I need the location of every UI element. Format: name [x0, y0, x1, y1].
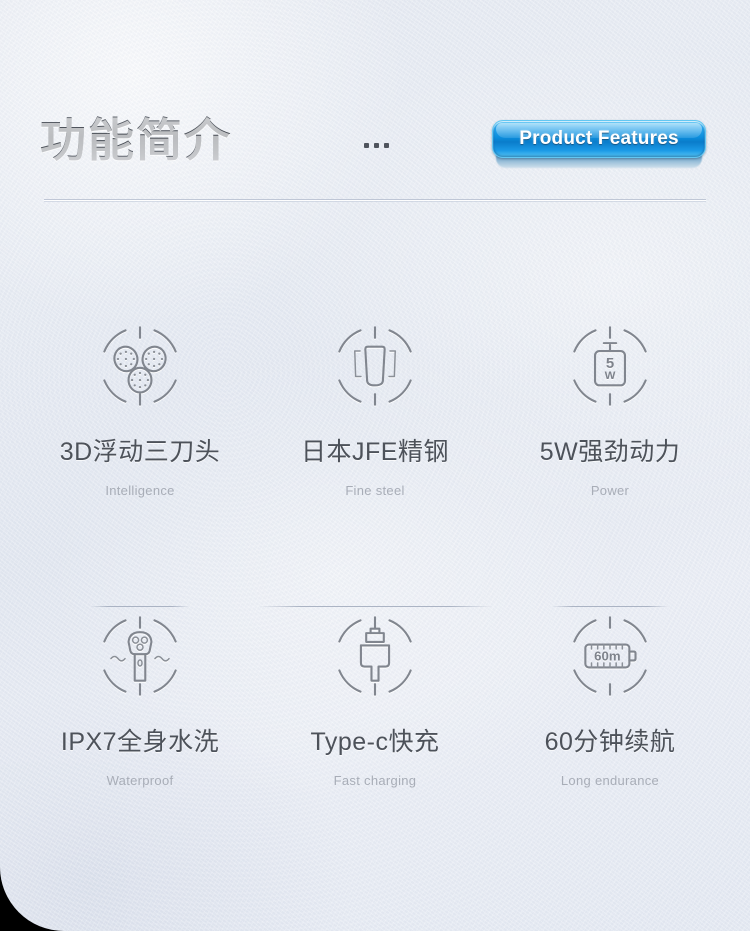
feature-item-endurance: 60m 60分钟续航 Long endurance: [493, 610, 728, 790]
feature-label: IPX7全身水洗: [60, 728, 220, 756]
motor-power-icon: 5 W: [564, 320, 656, 412]
power-value-5: 5: [606, 355, 614, 372]
steel-blade-icon: [329, 320, 421, 412]
separator-col-3: [493, 606, 728, 607]
separator-col-1: [23, 606, 258, 607]
feature-row-2: IPX7全身水洗 Waterproof Type-c快充 Fast chargi…: [0, 610, 750, 790]
feature-item-fine-steel: 日本JFE精钢 Fine steel: [258, 320, 493, 500]
dot-1: [364, 143, 369, 148]
feature-item-fast-charging: Type-c快充 Fast charging: [258, 610, 493, 790]
waterproof-shaver-icon: [94, 610, 186, 702]
ellipsis-decoration: [364, 143, 389, 148]
dot-3: [384, 143, 389, 148]
feature-sublabel: Intelligence: [105, 483, 175, 498]
battery-endurance-icon: 60m: [564, 610, 656, 702]
feature-label: 日本JFE精钢: [301, 438, 449, 466]
feature-item-waterproof: IPX7全身水洗 Waterproof: [23, 610, 258, 790]
feature-item-triple-blade: 3D浮动三刀头 Intelligence: [23, 320, 258, 500]
divider-line: [257, 606, 493, 607]
badge-label: Product Features: [519, 128, 679, 149]
triple-shaver-head-icon: [94, 320, 186, 412]
separator-col-2: [257, 606, 493, 607]
product-features-panel: 功能简介 Product Features 3D浮动三刀头 Intelligen…: [0, 0, 750, 931]
product-features-badge: Product Features: [492, 120, 706, 168]
feature-label: Type-c快充: [310, 728, 440, 756]
feature-sublabel: Waterproof: [106, 773, 174, 788]
feature-row-1: 3D浮动三刀头 Intelligence 日本JFE精钢 Fine steel …: [0, 320, 750, 500]
feature-sublabel: Fine steel: [345, 483, 405, 498]
endurance-value: 60m: [594, 648, 620, 663]
power-unit-w: W: [605, 370, 616, 382]
feature-sublabel: Power: [590, 483, 630, 498]
divider-line: [90, 606, 190, 607]
page-title: 功能简介: [40, 114, 232, 166]
feature-sublabel: Fast charging: [333, 773, 417, 788]
feature-label: 5W强劲动力: [539, 438, 681, 466]
divider-line: [551, 606, 669, 607]
feature-label: 3D浮动三刀头: [59, 438, 221, 466]
feature-grid: 3D浮动三刀头 Intelligence 日本JFE精钢 Fine steel …: [0, 320, 750, 790]
feature-label: 60分钟续航: [544, 728, 676, 756]
header-divider: [44, 199, 706, 202]
feature-item-power: 5 W 5W强劲动力 Power: [493, 320, 728, 500]
feature-sublabel: Long endurance: [560, 773, 660, 788]
header: 功能简介 Product Features: [0, 0, 750, 210]
usb-plug-icon: [329, 610, 421, 702]
badge-body: Product Features: [492, 120, 706, 158]
row-separators: [0, 606, 750, 607]
dot-2: [374, 143, 379, 148]
